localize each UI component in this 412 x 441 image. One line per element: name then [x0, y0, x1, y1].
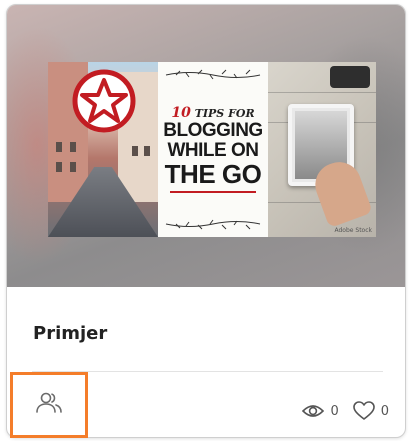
window [56, 142, 62, 152]
map-line [268, 92, 376, 93]
map-tablet-panel: Adobe Stock [268, 62, 376, 237]
headline-underline [170, 191, 256, 193]
star-badge-icon [72, 69, 136, 133]
collaborators-button[interactable] [10, 372, 88, 438]
thumbnail-image: 10 TIPS FOR BLOGGING WHILE ON THE GO Ado… [48, 62, 376, 237]
headline-line-1: 10 TIPS FOR [171, 105, 255, 121]
street-photo-panel [48, 62, 158, 237]
stock-watermark: Adobe Stock [334, 227, 373, 234]
vine-ornament-icon [165, 69, 261, 80]
window [132, 146, 138, 156]
headline-line-3: WHILE ON [167, 140, 260, 161]
card-cover[interactable]: 10 TIPS FOR BLOGGING WHILE ON THE GO Ado… [7, 5, 405, 287]
card-stats: 0 0 [302, 401, 389, 421]
window [56, 162, 62, 172]
camera-icon [330, 66, 370, 88]
window [144, 146, 150, 156]
headline-line-2: BLOGGING [163, 120, 263, 141]
window [70, 142, 76, 152]
window [70, 162, 76, 172]
like-count: 0 [380, 403, 389, 419]
headline-line-4: THE GO [164, 159, 262, 189]
eye-icon [302, 403, 325, 419]
vine-ornament-icon [165, 219, 261, 230]
card-title[interactable]: Primjer [33, 323, 107, 344]
heart-icon[interactable] [352, 401, 375, 421]
view-count: 0 [330, 403, 339, 419]
headline-panel: 10 TIPS FOR BLOGGING WHILE ON THE GO [158, 62, 268, 237]
people-icon [35, 391, 63, 420]
